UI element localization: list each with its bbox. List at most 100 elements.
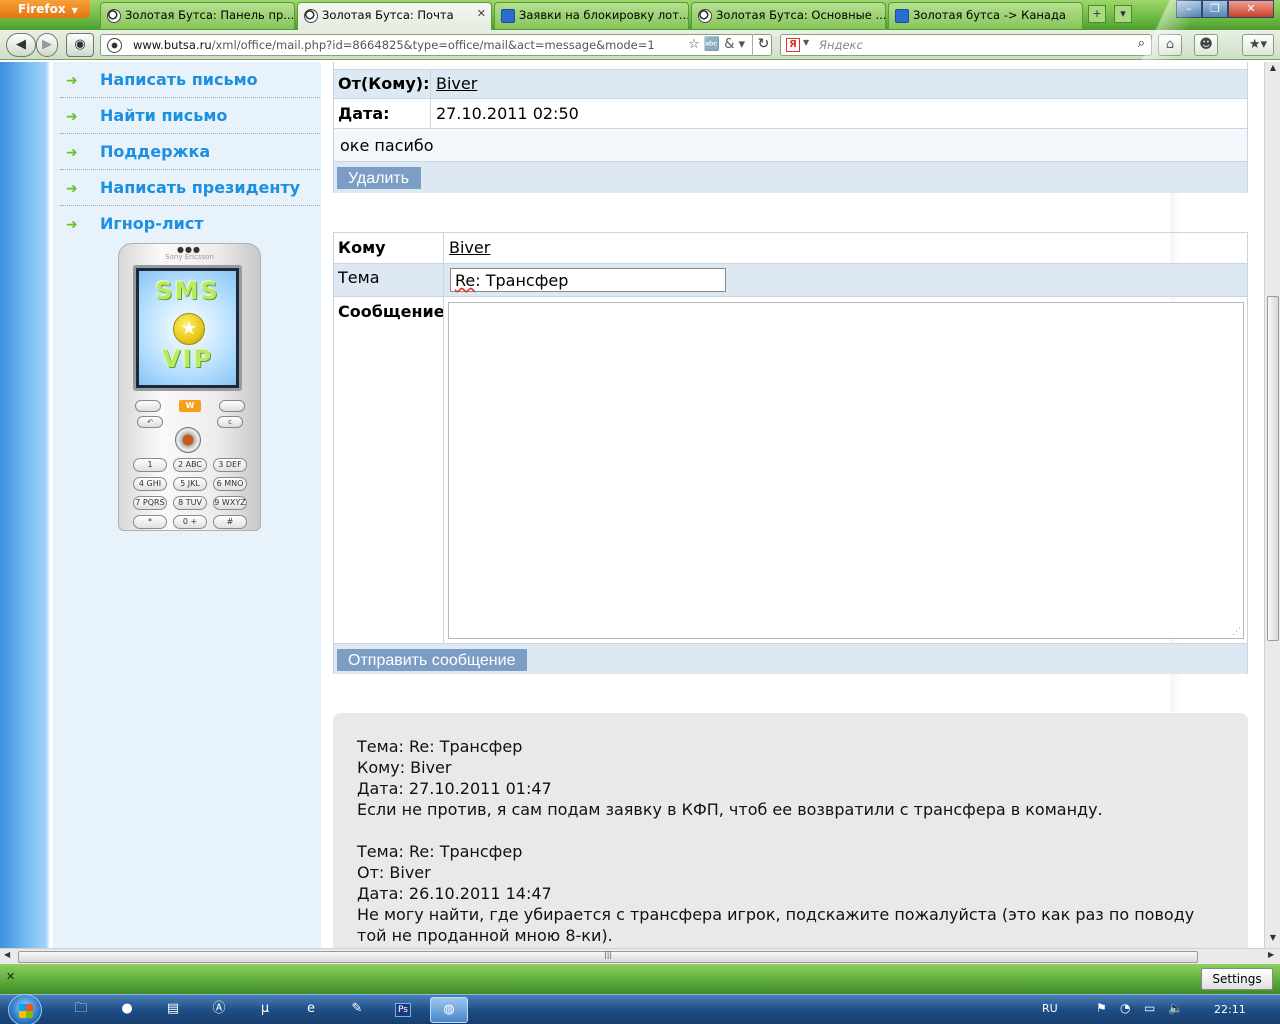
arrow-right-icon: ➜ (66, 73, 78, 89)
send-button[interactable]: Отправить сообщение (337, 649, 528, 671)
sidebar-item-support[interactable]: ➜ Поддержка (60, 136, 320, 170)
send-row: Отправить сообщение (334, 643, 1247, 674)
scroll-down-icon[interactable]: ▼ (1265, 933, 1280, 947)
bookmark-star-icon[interactable]: ☆ 🔤 & ▾ (688, 37, 745, 52)
key: 0 + (173, 515, 207, 529)
sidebar-item-write-president[interactable]: ➜ Написать президенту (60, 172, 320, 206)
to-label: Кому (338, 238, 386, 257)
firefox-menu-label: Firefox (18, 2, 66, 16)
aim-icon[interactable]: Ⓐ (200, 997, 238, 1023)
date-value: 27.10.2011 02:50 (436, 104, 579, 123)
addon-face-icon[interactable]: ☻ (1194, 34, 1218, 56)
ball-icon (304, 9, 318, 23)
tab-title: Золотая бутса -> Канада (913, 8, 1066, 22)
close-icon[interactable]: ✕ (477, 7, 486, 20)
sidebar-item-write-letter[interactable]: ➜ Написать письмо (60, 64, 320, 98)
date-label: Дата: (338, 104, 390, 123)
bookmarks-menu-icon[interactable]: ★▾ (1242, 34, 1274, 56)
language-indicator[interactable]: RU (1042, 1002, 1058, 1015)
search-icon[interactable]: ⌕ (1138, 36, 1145, 51)
phone-screen: SMS ★ VIP (133, 265, 242, 391)
to-user-link[interactable]: Biver (449, 238, 490, 257)
sidebar-link[interactable]: Написать письмо (100, 70, 258, 89)
ad-text-sms: SMS (155, 277, 220, 305)
back-key-icon: ↶ (137, 416, 163, 428)
date-row: Дата: 27.10.2011 02:50 (334, 98, 1247, 128)
vertical-scroll-thumb[interactable] (1267, 296, 1279, 641)
resize-grip-icon[interactable]: ⋰ (1232, 627, 1241, 637)
minimize-icon[interactable]: – (1176, 0, 1202, 18)
sidebar-link[interactable]: Поддержка (100, 142, 210, 161)
ad-text-vip: VIP (161, 345, 214, 373)
vertical-scrollbar[interactable]: ▲ ▼ (1264, 62, 1280, 948)
start-button[interactable] (8, 994, 42, 1024)
network-icon[interactable]: ⚑ (1096, 1001, 1107, 1015)
photoshop-icon[interactable]: Ps (384, 997, 422, 1023)
from-row: От(Кому): Biver (334, 69, 1247, 98)
sidebar-item-ignore-list[interactable]: ➜ Игнор-лист (60, 208, 320, 242)
chevron-down-icon[interactable]: ▼ (803, 38, 809, 47)
sidebar-link[interactable]: Найти письмо (100, 106, 227, 125)
utorrent-icon[interactable]: μ (246, 997, 284, 1023)
url-host: www.butsa.ru (133, 38, 212, 52)
home-icon[interactable]: ⌂ (1158, 34, 1182, 56)
message-textarea[interactable]: ⋰ (448, 302, 1244, 639)
tab-canada[interactable]: Золотая бутса -> Канада (888, 2, 1083, 29)
message-history: Тема: Re: Трансфер Кому: Biver Дата: 27.… (333, 713, 1248, 948)
new-tab-icon[interactable]: + (1088, 5, 1106, 23)
page-viewport: ➜ Написать письмо ➜ Найти письмо ➜ Подде… (0, 62, 1264, 948)
sidebar-link[interactable]: Игнор-лист (100, 214, 204, 233)
folder-icon[interactable]: ✎ (338, 997, 376, 1023)
back-button[interactable]: ◀ (6, 33, 36, 57)
sms-vip-ad[interactable]: ●●● Sony Ericsson SMS ★ VIP W ↶ c 1 2 AB… (118, 243, 261, 531)
firefox-menu-button[interactable]: Firefox ▼ (0, 0, 90, 18)
subject-text: : Трансфер (475, 271, 569, 290)
url-bar[interactable]: www.butsa.ru/xml/office/mail.php?id=8664… (100, 34, 772, 56)
scroll-up-icon[interactable]: ▲ (1265, 63, 1280, 77)
tab-bar: Firefox ▼ Золотая Бутса: Панель пр... Зол… (0, 0, 1280, 30)
reply-form: Кому Biver Тема Re: Трансфер Сообщение ⋰… (333, 232, 1248, 674)
system-tray: RU ⚑ ◔ ▭ 🔈 22:11 (1038, 995, 1280, 1024)
tab-mail[interactable]: Золотая Бутса: Почта ✕ (297, 2, 492, 30)
delete-button[interactable]: Удалить (337, 167, 422, 189)
antivirus-icon[interactable]: ◔ (1120, 1001, 1130, 1015)
key: * (133, 515, 167, 529)
close-window-icon[interactable]: ✕ (1228, 0, 1274, 18)
horizontal-scrollbar[interactable]: ◀ ||| ▶ (0, 948, 1280, 964)
key: 9 WXYZ (213, 496, 247, 510)
scroll-right-icon[interactable]: ▶ (1268, 950, 1274, 959)
forward-button[interactable]: ▶ (36, 33, 58, 57)
photoshop-label: Ps (395, 1003, 411, 1017)
screenshot-icon[interactable]: ◉ (66, 33, 94, 57)
tab-panel[interactable]: Золотая Бутса: Панель пр... (100, 2, 295, 29)
phone-brand: Sony Ericsson (165, 253, 214, 261)
monitor-icon[interactable]: ▭ (1144, 1001, 1155, 1015)
history-text: Не могу найти, где убирается с трансфера… (357, 905, 1195, 945)
yandex-icon[interactable]: Я (786, 38, 800, 52)
firefox-icon[interactable]: ◍ (430, 997, 468, 1023)
reload-icon[interactable]: ↻ (752, 34, 774, 56)
search-input[interactable]: Я ▼ Яндекс ⌕ (780, 34, 1152, 56)
volume-icon[interactable]: 🔈 (1168, 1001, 1183, 1015)
restore-icon[interactable]: ❐ (1202, 0, 1228, 18)
scroll-left-icon[interactable]: ◀ (4, 950, 10, 959)
ie-icon[interactable]: e (292, 997, 330, 1023)
settings-button[interactable]: Settings (1201, 968, 1273, 990)
sidebar-link[interactable]: Написать президенту (100, 178, 300, 197)
tab-list-icon[interactable]: ▾ (1114, 5, 1132, 23)
url-path: /xml/office/mail.php?id=8664825&type=off… (211, 38, 655, 52)
tab-title: Заявки на блокировку лот... (519, 8, 689, 22)
tab-main[interactable]: Золотая Бутса: Основные ... (691, 2, 886, 29)
disk-icon[interactable]: ▤ (154, 997, 192, 1023)
tab-block-requests[interactable]: Заявки на блокировку лот... (494, 2, 689, 29)
key: 1 (133, 458, 167, 472)
calendar-icon (895, 9, 909, 23)
subject-input[interactable]: Re: Трансфер (450, 268, 726, 292)
close-addon-bar-icon[interactable]: ✕ (6, 970, 15, 983)
explorer-icon[interactable]: 🗀 (62, 997, 100, 1023)
sidebar-item-find-letter[interactable]: ➜ Найти письмо (60, 100, 320, 134)
scroll-grip-icon: ||| (604, 950, 613, 959)
from-user-link[interactable]: Biver (436, 74, 477, 93)
media-icon[interactable]: ● (108, 997, 146, 1023)
clock[interactable]: 22:11 (1214, 1003, 1246, 1016)
